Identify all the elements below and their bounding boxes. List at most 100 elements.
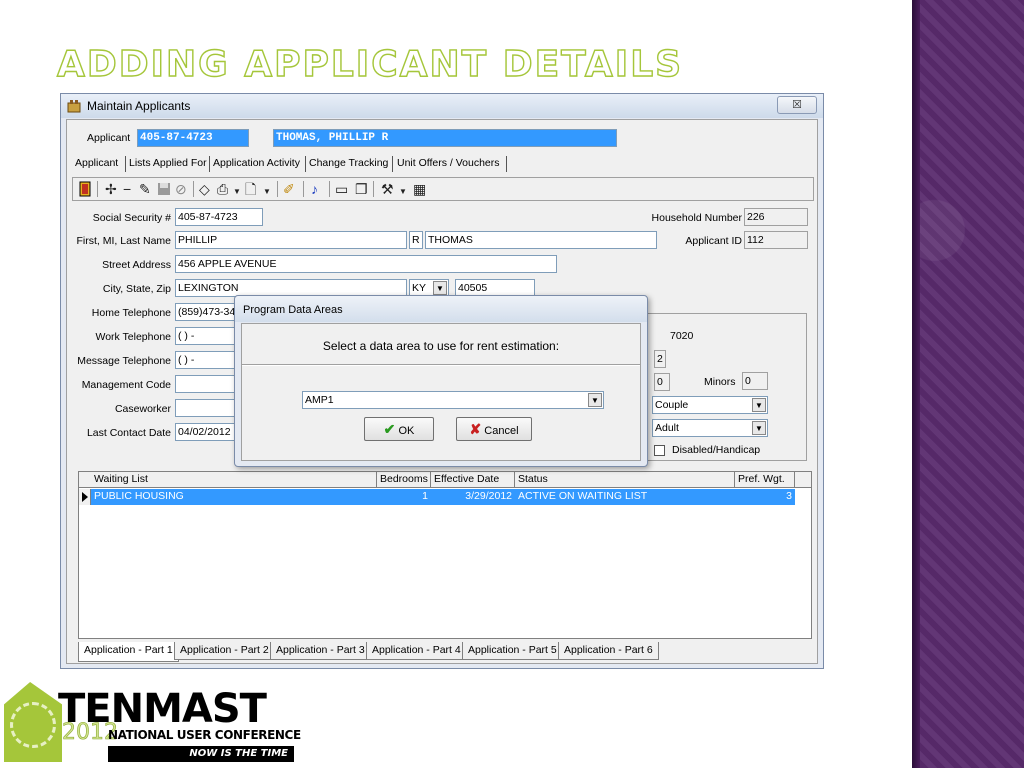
tab-application-part-3[interactable]: Application - Part 3 (270, 642, 371, 660)
tab-change-tracking[interactable]: Change Tracking (309, 155, 388, 173)
chevron-down-icon[interactable]: ▼ (433, 281, 447, 295)
copy-documents-icon[interactable]: ❐ (355, 181, 368, 197)
tab-lists-applied-for[interactable]: Lists Applied For (129, 155, 207, 173)
ok-button-label: OK (398, 425, 415, 437)
applicant-id-field[interactable]: 405-87-4723 (137, 129, 249, 147)
tab-separator (125, 156, 126, 172)
close-button[interactable]: ☒ (777, 96, 817, 114)
household-number-field: 226 (744, 208, 808, 226)
chevron-down-icon[interactable]: ▼ (752, 398, 766, 412)
column-pref-weight[interactable]: Pref. Wgt. (735, 472, 795, 488)
name-label: First, MI, Last Name (76, 235, 171, 247)
checkmark-icon: ✔ (383, 421, 396, 437)
applicant-name-field[interactable]: THOMAS, PHILLIP R (273, 129, 617, 147)
adults-field: 0 (654, 373, 670, 391)
toolbar-separator (97, 181, 98, 197)
chevron-down-icon[interactable]: ▼ (752, 421, 766, 435)
toolbar-separator (373, 181, 374, 197)
city-state-zip-label: City, State, Zip (102, 283, 171, 295)
tab-separator (305, 156, 306, 172)
printer-icon[interactable]: ⎙ (217, 181, 228, 197)
cancel-circle-icon[interactable]: ⊘ (175, 181, 187, 197)
tab-separator (506, 156, 507, 172)
household-members-field: 2 (654, 350, 666, 368)
logo-gear-ring (10, 702, 56, 748)
last-contact-date-label: Last Contact Date (86, 427, 171, 439)
head-type-select[interactable]: Adult ▼ (652, 419, 768, 437)
tab-application-part-6[interactable]: Application - Part 6 (558, 642, 659, 660)
app-icon (67, 100, 81, 113)
card-icon[interactable]: ▭ (335, 181, 348, 197)
last-name-field[interactable]: THOMAS (425, 231, 657, 249)
household-number-label: Household Number (651, 212, 742, 224)
chevron-down-icon[interactable]: ▼ (233, 184, 241, 200)
dialog-titlebar[interactable]: Program Data Areas (235, 296, 647, 322)
tab-application-part-2[interactable]: Application - Part 2 (174, 642, 275, 660)
window-title: Maintain Applicants (87, 99, 191, 113)
street-address-field[interactable]: 456 APPLE AVENUE (175, 255, 557, 273)
management-code-label: Management Code (81, 379, 171, 391)
household-type-value: Couple (655, 399, 689, 411)
ok-button[interactable]: ✔ OK (364, 417, 434, 441)
window-titlebar[interactable]: Maintain Applicants ☒ (61, 94, 823, 118)
table-row[interactable]: PUBLIC HOUSING 1 3/29/2012 ACTIVE ON WAI… (91, 489, 795, 505)
exit-door-icon[interactable] (79, 181, 91, 197)
current-row-indicator (79, 489, 91, 505)
chevron-down-icon[interactable]: ▼ (399, 184, 407, 200)
household-type-select[interactable]: Couple ▼ (652, 396, 768, 414)
ssn-field[interactable]: 405-87-4723 (175, 208, 263, 226)
applicant-id-readonly: 112 (744, 231, 808, 249)
music-note-icon[interactable]: ♪ (311, 181, 318, 197)
cell-effective-date: 3/29/2012 (465, 490, 512, 502)
work-telephone-label: Work Telephone (95, 331, 172, 343)
minors-field: 0 (742, 372, 768, 390)
data-area-select[interactable]: AMP1 ▼ (302, 391, 604, 409)
tab-separator (209, 156, 210, 172)
column-waiting-list[interactable]: Waiting List (91, 472, 377, 488)
head-type-value: Adult (655, 422, 679, 434)
tab-application-part-1[interactable]: Application - Part 1 (78, 642, 179, 662)
edit-pen-icon[interactable]: ✎ (139, 181, 151, 197)
caseworker-label: Caseworker (114, 403, 171, 415)
tab-unit-offers-vouchers[interactable]: Unit Offers / Vouchers (397, 155, 500, 173)
add-record-icon[interactable]: ✢ (105, 181, 117, 197)
highlighter-icon[interactable]: ✐ (283, 181, 295, 197)
tab-applicant[interactable]: Applicant (75, 155, 118, 173)
cell-pref-weight: 3 (786, 490, 792, 502)
street-label: Street Address (102, 259, 171, 271)
tab-application-part-5[interactable]: Application - Part 5 (462, 642, 563, 660)
annual-income-value: 7020 (670, 330, 694, 342)
toolbar-separator (303, 181, 304, 197)
cancel-button-label: Cancel (484, 425, 519, 437)
toolbar-separator (193, 181, 194, 197)
column-status[interactable]: Status (515, 472, 735, 488)
disabled-checkbox[interactable] (654, 445, 665, 456)
logo-conference: NATIONAL USER CONFERENCE (108, 728, 301, 742)
column-bedrooms[interactable]: Bedrooms (377, 472, 431, 488)
save-disk-icon[interactable] (157, 182, 171, 196)
message-telephone-label: Message Telephone (77, 355, 171, 367)
dialog-body: Select a data area to use for rent estim… (241, 323, 641, 461)
new-document-icon[interactable]: 🗋 (245, 181, 256, 197)
cross-icon: ✘ (469, 421, 482, 437)
chevron-down-icon[interactable]: ▼ (588, 393, 602, 407)
tenmast-conference-logo: TENMAST 2012 NATIONAL USER CONFERENCE NO… (4, 682, 304, 764)
column-effective-date[interactable]: Effective Date (431, 472, 515, 488)
chevron-down-icon[interactable]: ▼ (263, 184, 271, 200)
calculator-icon[interactable]: ▦ (413, 181, 426, 197)
ssn-label: Social Security # (92, 212, 171, 224)
tab-application-activity[interactable]: Application Activity (213, 155, 300, 173)
state-value: KY (412, 282, 427, 294)
eraser-icon[interactable]: ◇ (199, 181, 210, 197)
tab-application-part-4[interactable]: Application - Part 4 (366, 642, 467, 660)
first-name-field[interactable]: PHILLIP (175, 231, 407, 249)
minors-label: Minors (704, 376, 736, 388)
tab-separator (392, 156, 393, 172)
tools-icon[interactable]: ⚒ (381, 181, 394, 197)
applicant-label: Applicant (87, 132, 131, 144)
middle-initial-field[interactable]: R (409, 231, 423, 249)
delete-record-icon[interactable]: − (123, 181, 131, 197)
cancel-button[interactable]: ✘ Cancel (456, 417, 532, 441)
slide-title: ADDING APPLICANT DETAILS (56, 43, 684, 85)
disabled-handicap-label: Disabled/Handicap (672, 444, 761, 456)
